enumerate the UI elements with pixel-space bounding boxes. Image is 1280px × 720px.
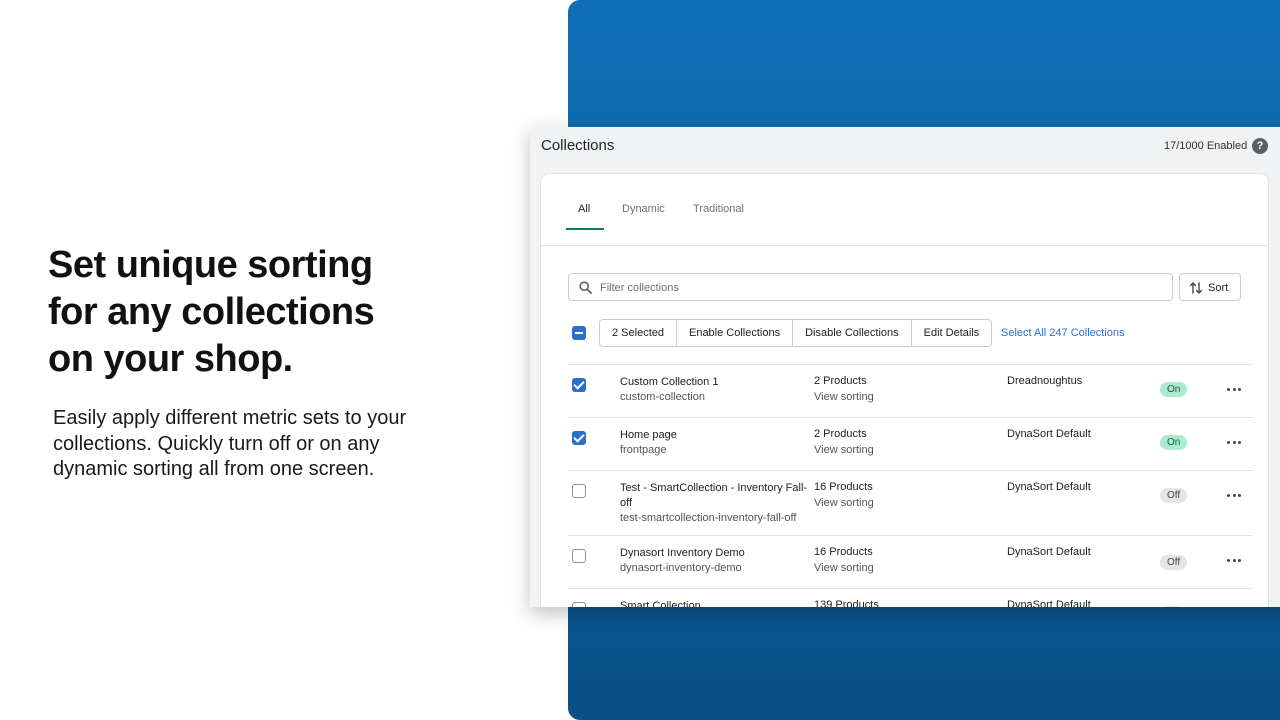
collection-handle: custom-collection — [620, 391, 705, 403]
collection-name: Custom Collection 1 — [620, 376, 719, 388]
bulk-actions-bar: 2 Selected Enable Collections Disable Co… — [541, 319, 1268, 347]
table-row[interactable]: Test - SmartCollection - Inventory Fall-… — [568, 470, 1253, 535]
sort-set-name: DynaSort Default — [1007, 481, 1091, 493]
table-row[interactable]: Custom Collection 1 custom-collection 2 … — [568, 364, 1253, 417]
view-sorting-link[interactable]: View sorting — [814, 497, 874, 509]
more-actions-icon[interactable] — [1226, 384, 1242, 394]
row-checkbox[interactable] — [572, 431, 586, 445]
row-checkbox[interactable] — [572, 484, 586, 498]
more-actions-icon[interactable] — [1226, 490, 1242, 500]
product-count: 2 Products — [814, 428, 867, 440]
question-mark-icon[interactable]: ? — [1252, 138, 1268, 154]
product-count: 139 Products — [814, 599, 879, 607]
headline-line-2: for any collections — [48, 291, 375, 333]
enable-collections-button[interactable]: Enable Collections — [677, 320, 794, 346]
edit-details-button[interactable]: Edit Details — [912, 320, 992, 346]
collection-name: Test - SmartCollection - Inventory Fall-… — [620, 482, 808, 509]
bulk-action-group: 2 Selected Enable Collections Disable Co… — [599, 319, 993, 347]
table-row[interactable]: Smart Collection 139 Products DynaSort D… — [568, 588, 1253, 607]
more-actions-icon[interactable] — [1226, 555, 1242, 565]
filter-placeholder: Filter collections — [600, 282, 679, 294]
status-badge[interactable]: Off — [1160, 555, 1188, 570]
product-count: 16 Products — [814, 546, 873, 558]
status-badge[interactable]: On — [1160, 382, 1188, 397]
tab-traditional[interactable]: Traditional — [693, 203, 744, 215]
status-badge[interactable] — [1160, 606, 1184, 607]
active-tab-indicator — [566, 228, 604, 230]
table-row[interactable]: Dynasort Inventory Demo dynasort-invento… — [568, 535, 1253, 588]
tab-dynamic[interactable]: Dynamic — [622, 203, 665, 215]
tab-bar: All Dynamic Traditional — [541, 174, 1268, 246]
view-sorting-link[interactable]: View sorting — [814, 391, 874, 403]
sort-set-name: DynaSort Default — [1007, 599, 1091, 607]
view-sorting-link[interactable]: View sorting — [814, 562, 874, 574]
collection-name: Smart Collection — [620, 600, 701, 607]
row-checkbox[interactable] — [572, 602, 586, 607]
product-count: 2 Products — [814, 375, 867, 387]
collection-name: Dynasort Inventory Demo — [620, 547, 745, 559]
sort-set-name: Dreadnoughtus — [1007, 375, 1083, 387]
sort-arrows-icon — [1189, 282, 1203, 294]
filter-collections-input[interactable]: Filter collections — [568, 273, 1173, 301]
headline-line-1: Set unique sorting — [48, 244, 373, 286]
collection-handle: test-smartcollection-inventory-fall-off — [620, 512, 797, 524]
enabled-count: 17/1000 Enabled — [1164, 140, 1248, 152]
collection-name: Home page — [620, 429, 677, 441]
sort-set-name: DynaSort Default — [1007, 428, 1091, 440]
sort-label: Sort — [1208, 282, 1229, 294]
product-count: 16 Products — [814, 481, 873, 493]
status-badge[interactable]: Off — [1160, 488, 1188, 503]
page-title: Collections — [541, 137, 615, 154]
sort-button[interactable]: Sort — [1179, 273, 1241, 301]
collections-app-window: Collections 17/1000 Enabled ? All Dynami… — [530, 127, 1280, 607]
app-header: Collections 17/1000 Enabled ? — [530, 127, 1280, 167]
headline-line-3: on your shop. — [48, 338, 293, 380]
promo-slide: Set unique sorting for any collections o… — [0, 0, 1280, 720]
select-all-collections-link[interactable]: Select All 247 Collections — [1001, 327, 1125, 339]
headline: Set unique sorting for any collections o… — [48, 242, 468, 383]
selected-count-button[interactable]: 2 Selected — [600, 320, 677, 346]
status-badge[interactable]: On — [1160, 435, 1188, 450]
collection-handle: frontpage — [620, 444, 667, 456]
disable-collections-button[interactable]: Disable Collections — [793, 320, 912, 346]
select-all-checkbox[interactable] — [572, 326, 586, 340]
table-row[interactable]: Home page frontpage 2 Products View sort… — [568, 417, 1253, 470]
view-sorting-link[interactable]: View sorting — [814, 444, 874, 456]
row-checkbox[interactable] — [572, 378, 586, 392]
more-actions-icon[interactable] — [1226, 437, 1242, 447]
collections-card: All Dynamic Traditional Filter collectio… — [541, 174, 1268, 607]
subtext: Easily apply different metric sets to yo… — [53, 407, 407, 480]
row-checkbox[interactable] — [572, 549, 586, 563]
tab-all[interactable]: All — [578, 203, 590, 215]
collection-handle: dynasort-inventory-demo — [620, 562, 742, 574]
sort-set-name: DynaSort Default — [1007, 546, 1091, 558]
search-icon — [579, 281, 592, 294]
